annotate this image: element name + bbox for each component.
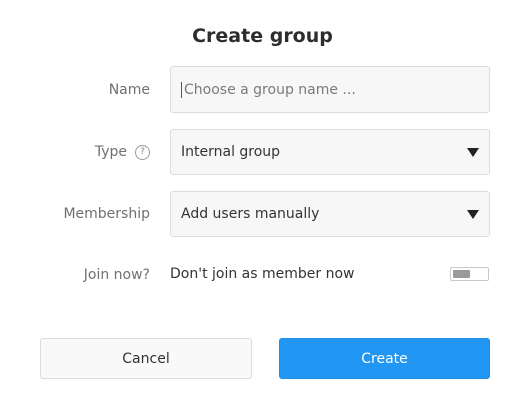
question-circle-icon[interactable]: ? bbox=[135, 144, 150, 160]
toggle-knob bbox=[453, 270, 470, 278]
membership-label-container: Membership bbox=[0, 191, 150, 237]
name-label-container: Name bbox=[0, 66, 150, 113]
type-label: Type bbox=[94, 144, 127, 160]
create-group-dialog: Create group Name Type ? Internal group … bbox=[0, 0, 525, 417]
membership-label: Membership bbox=[63, 206, 150, 222]
create-button[interactable]: Create bbox=[279, 338, 490, 379]
join-now-label-container: Join now? bbox=[0, 266, 150, 284]
membership-value: Add users manually bbox=[181, 206, 320, 222]
group-name-field[interactable] bbox=[170, 66, 490, 113]
group-type-value: Internal group bbox=[181, 144, 281, 160]
dialog-title: Create group bbox=[192, 25, 333, 47]
caret-down-icon bbox=[467, 209, 479, 219]
join-now-label: Join now? bbox=[83, 267, 150, 283]
name-label: Name bbox=[108, 81, 150, 98]
join-now-toggle[interactable] bbox=[450, 267, 489, 281]
cancel-button[interactable]: Cancel bbox=[40, 338, 252, 379]
group-name-input[interactable] bbox=[181, 81, 479, 98]
group-type-select[interactable]: Internal group bbox=[170, 129, 490, 175]
join-now-text: Don't join as member now bbox=[170, 266, 355, 282]
type-label-container: Type ? bbox=[0, 129, 150, 175]
membership-select[interactable]: Add users manually bbox=[170, 191, 490, 237]
caret-down-icon bbox=[467, 147, 479, 157]
